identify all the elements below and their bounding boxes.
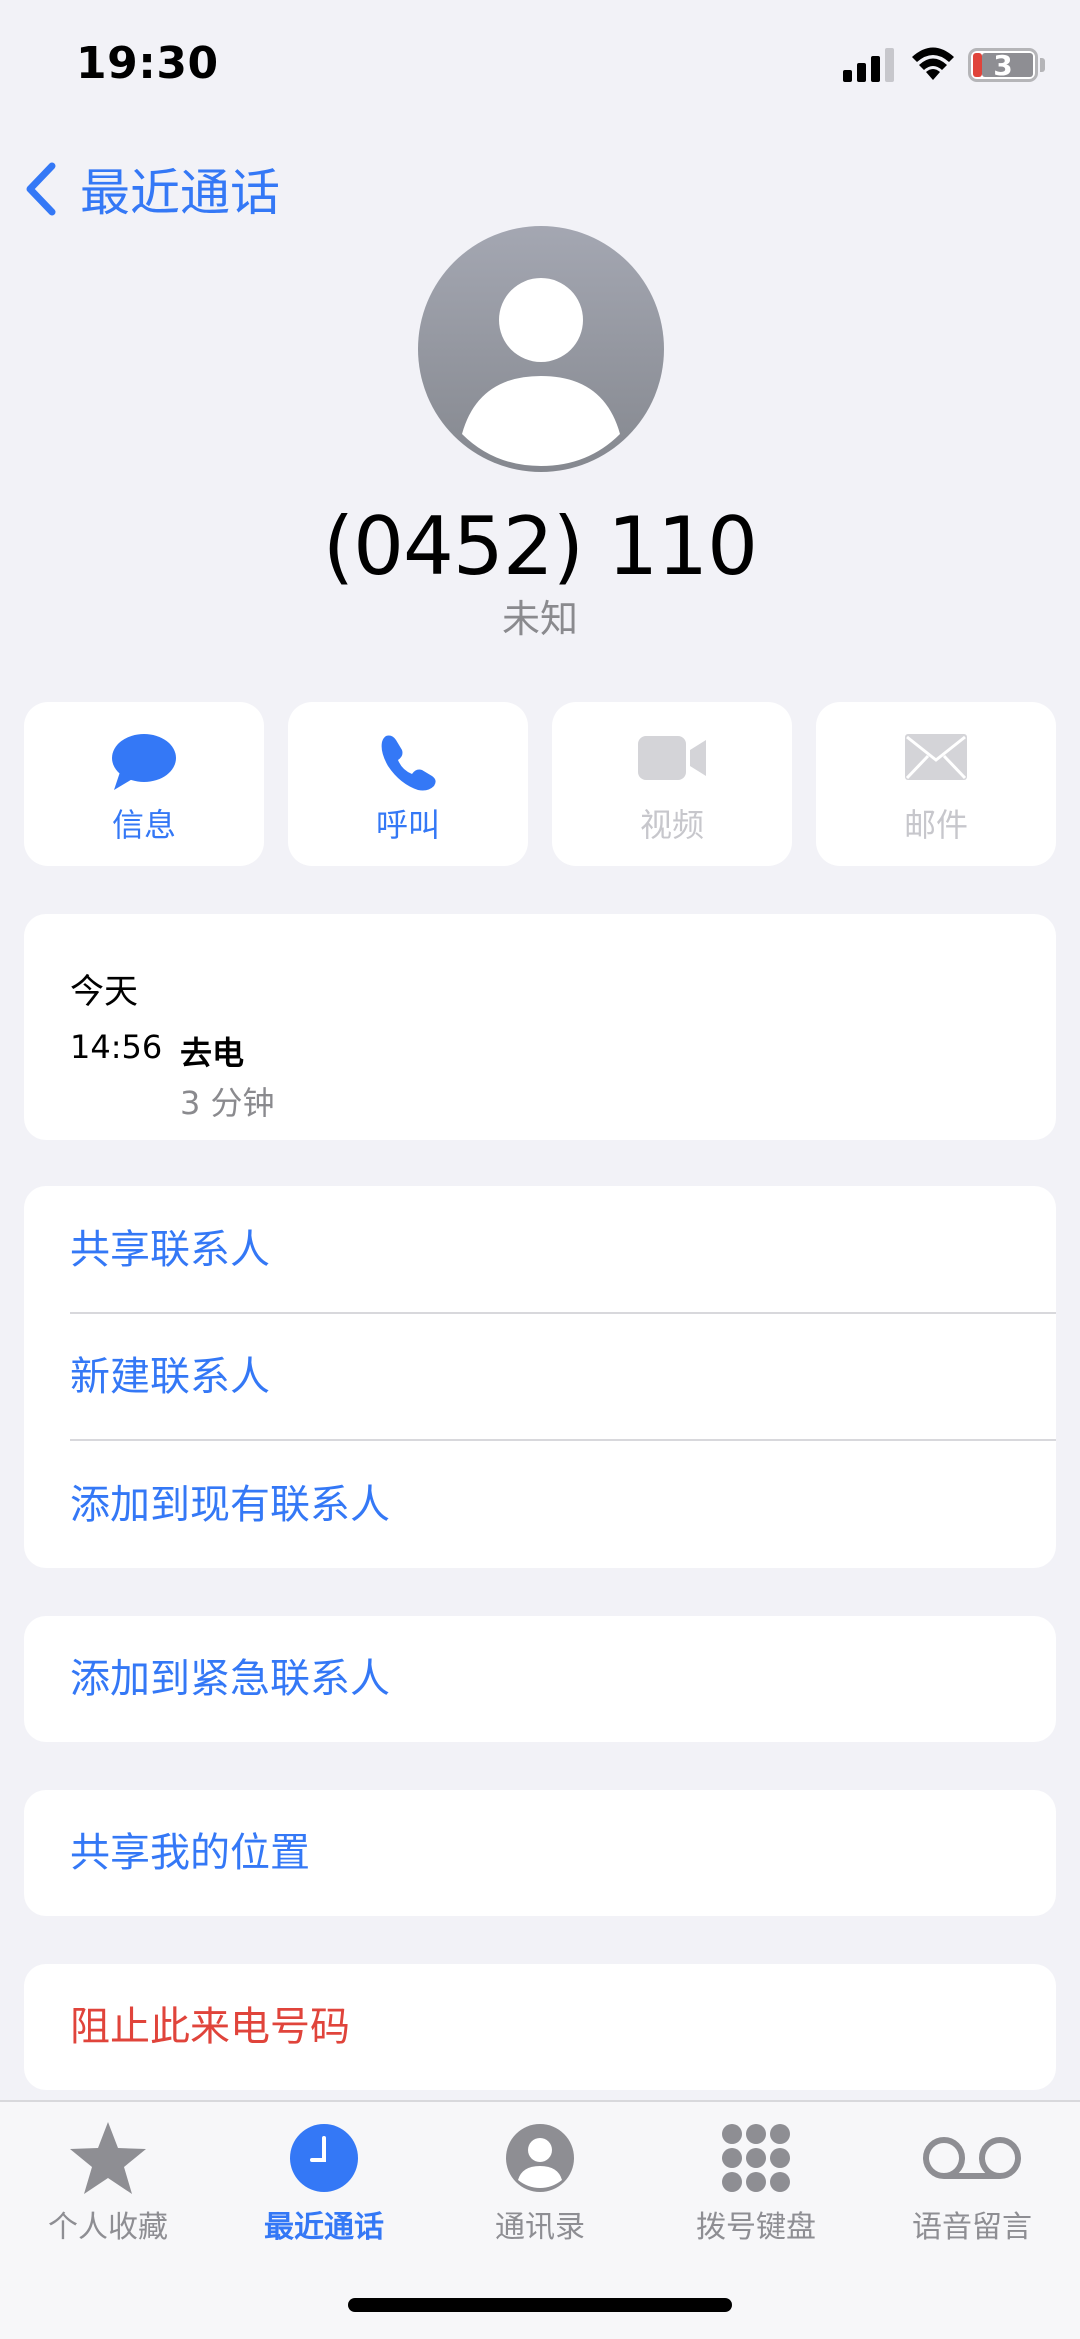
add-to-existing-contact-button[interactable]: 添加到现有联系人 [70, 1475, 390, 1535]
separator [70, 1312, 1056, 1314]
tab-voicemail-label: 语音留言 [912, 2210, 1032, 2245]
tab-voicemail[interactable]: 语音留言 [864, 2112, 1080, 2245]
mail-label: 邮件 [903, 806, 968, 844]
star-icon [70, 2122, 146, 2194]
call-label: 呼叫 [375, 806, 440, 844]
call-history-card [24, 914, 1056, 1140]
message-bubble-icon [112, 734, 176, 790]
tab-keypad[interactable]: 拨号键盘 [648, 2112, 864, 2245]
tab-recents[interactable]: 最近通话 [216, 2112, 432, 2245]
tab-favorites[interactable]: 个人收藏 [0, 2112, 216, 2245]
video-camera-icon [638, 736, 706, 780]
video-button: 视频 [552, 702, 792, 866]
back-button[interactable]: 最近通话 [22, 156, 280, 222]
keypad-icon [722, 2124, 790, 2192]
clock-icon [290, 2124, 358, 2192]
status-time: 19:30 [76, 38, 219, 89]
history-call-type: 去电 [180, 1034, 245, 1072]
envelope-icon [905, 734, 967, 780]
person-silhouette-icon [462, 278, 620, 466]
battery-indicator: 3 [968, 48, 1038, 82]
history-time: 14:56 [70, 1028, 163, 1066]
tab-favorites-label: 个人收藏 [48, 2210, 168, 2245]
tab-recents-label: 最近通话 [264, 2210, 384, 2245]
new-contact-button[interactable]: 新建联系人 [70, 1347, 270, 1407]
history-duration: 3 分钟 [180, 1084, 275, 1122]
back-label: 最近通话 [80, 164, 280, 222]
tab-keypad-label: 拨号键盘 [696, 2210, 816, 2245]
chevron-left-icon [26, 162, 56, 216]
block-caller-button[interactable]: 阻止此来电号码 [70, 1997, 350, 2057]
tab-contacts[interactable]: 通讯录 [432, 2112, 648, 2245]
contact-avatar [418, 226, 664, 472]
share-location-button[interactable]: 共享我的位置 [70, 1823, 310, 1883]
wifi-icon [912, 47, 954, 80]
cellular-signal-icon [843, 48, 894, 82]
history-day: 今天 [70, 972, 138, 1012]
battery-cap [1040, 58, 1045, 72]
number-label: 未知 [501, 597, 578, 641]
tab-contacts-label: 通讯录 [495, 2210, 585, 2245]
person-circle-icon [506, 2124, 574, 2192]
video-label: 视频 [639, 806, 704, 844]
share-contact-button[interactable]: 共享联系人 [70, 1220, 270, 1280]
voicemail-icon [923, 2137, 1021, 2179]
message-label: 信息 [111, 806, 176, 844]
mail-button: 邮件 [816, 702, 1056, 866]
phone-number: (0452) 110 [322, 500, 758, 593]
phone-icon [381, 735, 436, 791]
separator [70, 1439, 1056, 1441]
add-emergency-contact-button[interactable]: 添加到紧急联系人 [70, 1649, 390, 1709]
home-indicator[interactable] [348, 2298, 732, 2312]
call-button[interactable]: 呼叫 [288, 702, 528, 866]
battery-percentage: 3 [993, 49, 1013, 82]
message-button[interactable]: 信息 [24, 702, 264, 866]
